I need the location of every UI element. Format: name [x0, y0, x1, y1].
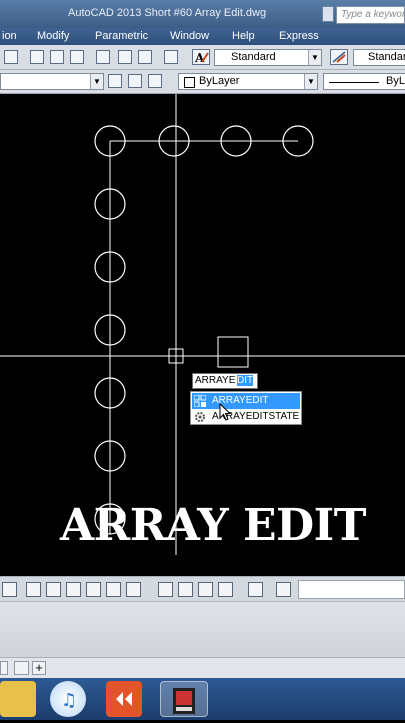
tool-icon[interactable] [248, 582, 263, 597]
layers-toolbar: ▼ ByLayer ▼ ByL [0, 70, 405, 94]
svg-text:A: A [194, 51, 205, 64]
array-edit-icon [193, 394, 207, 408]
color-swatch [184, 77, 195, 88]
svg-text:♫: ♫ [61, 690, 77, 711]
text-style-icon[interactable]: A [192, 49, 210, 65]
tool-icon[interactable] [158, 582, 173, 597]
tool-icon[interactable] [106, 582, 121, 597]
dimension-style-select[interactable]: Standard [353, 49, 405, 66]
window-title: AutoCAD 2013 Short #60 Array Edit.dwg [68, 7, 267, 19]
tool-icon[interactable] [218, 582, 233, 597]
layout-tabs-bar: + [0, 657, 405, 678]
text-style-select[interactable]: Standard ▼ [214, 49, 322, 66]
menu-item-modify[interactable]: Modify [37, 30, 69, 42]
tool-icon[interactable] [26, 582, 41, 597]
tool-icon[interactable] [126, 582, 141, 597]
layer-state-icon[interactable] [128, 74, 142, 88]
search-input[interactable]: Type a keywor [336, 6, 405, 24]
typed-command: ARRAYE [195, 375, 236, 386]
autocad-taskbar-icon[interactable] [160, 681, 208, 717]
suggestion-arrayedit[interactable]: ARRAYEDIT [192, 393, 300, 409]
command-line-area[interactable] [0, 601, 405, 658]
folder-icon[interactable] [0, 681, 36, 717]
color-select[interactable]: ByLayer ▼ [178, 73, 318, 90]
tool-icon[interactable] [46, 582, 61, 597]
tool-icon[interactable] [66, 582, 81, 597]
modify-toolbar [0, 576, 405, 602]
itunes-icon[interactable]: ♫ [50, 681, 86, 717]
menu-bar: ion Modify Parametric Window Help Expres… [0, 28, 405, 45]
title-bar: AutoCAD 2013 Short #60 Array Edit.dwg Ty… [0, 0, 405, 28]
add-layout-icon[interactable]: + [32, 661, 46, 675]
tool-icon[interactable] [138, 50, 152, 64]
layout-tab[interactable] [14, 661, 29, 675]
menu-item-parametric[interactable]: Parametric [95, 30, 148, 42]
video-caption: ARRAY EDIT [60, 500, 366, 551]
autocomplete-list: ARRAYEDIT ARRAYEDITSTATE [190, 391, 302, 425]
search-options-button[interactable] [322, 6, 334, 22]
menu-item-help[interactable]: Help [232, 30, 255, 42]
tool-icon[interactable] [118, 50, 132, 64]
autocomplete-highlight: DIT [237, 375, 254, 386]
media-player-icon[interactable] [106, 681, 142, 717]
tool-icon[interactable] [86, 582, 101, 597]
suggestion-arrayeditstate[interactable]: ARRAYEDITSTATE [192, 409, 300, 425]
dynamic-input-field[interactable]: ARRAYE DIT [192, 373, 258, 389]
standard-toolbar: A Standard▼ Standard [0, 45, 405, 70]
layout-tab[interactable] [0, 661, 8, 675]
gear-icon [194, 411, 206, 423]
tool-icon[interactable] [178, 582, 193, 597]
layer-previous-icon[interactable] [148, 74, 162, 88]
tool-icon[interactable] [2, 582, 17, 597]
tool-icon[interactable] [70, 50, 84, 64]
tool-icon[interactable] [4, 50, 18, 64]
tool-icon[interactable] [96, 50, 110, 64]
toolbar-field[interactable] [298, 580, 405, 599]
linetype-select[interactable]: ByL [323, 73, 405, 90]
drawing-canvas[interactable] [0, 94, 405, 555]
layer-properties-icon[interactable] [108, 74, 122, 88]
mouse-cursor-icon [219, 403, 231, 421]
search-placeholder: Type a keywor [341, 9, 405, 20]
array-grip-square[interactable] [217, 336, 249, 368]
tool-icon[interactable] [30, 50, 44, 64]
menu-item-dimension[interactable]: ion [2, 30, 17, 42]
menu-item-window[interactable]: Window [170, 30, 209, 42]
linetype-preview [329, 82, 379, 83]
dimension-style-icon[interactable] [330, 49, 348, 65]
help-icon[interactable] [164, 50, 178, 64]
layer-select[interactable]: ▼ [0, 73, 104, 90]
tool-icon[interactable] [50, 50, 64, 64]
menu-item-express[interactable]: Express [279, 30, 319, 42]
zoom-icon[interactable] [276, 582, 291, 597]
tool-icon[interactable] [198, 582, 213, 597]
taskbar: ♫ [0, 678, 405, 720]
